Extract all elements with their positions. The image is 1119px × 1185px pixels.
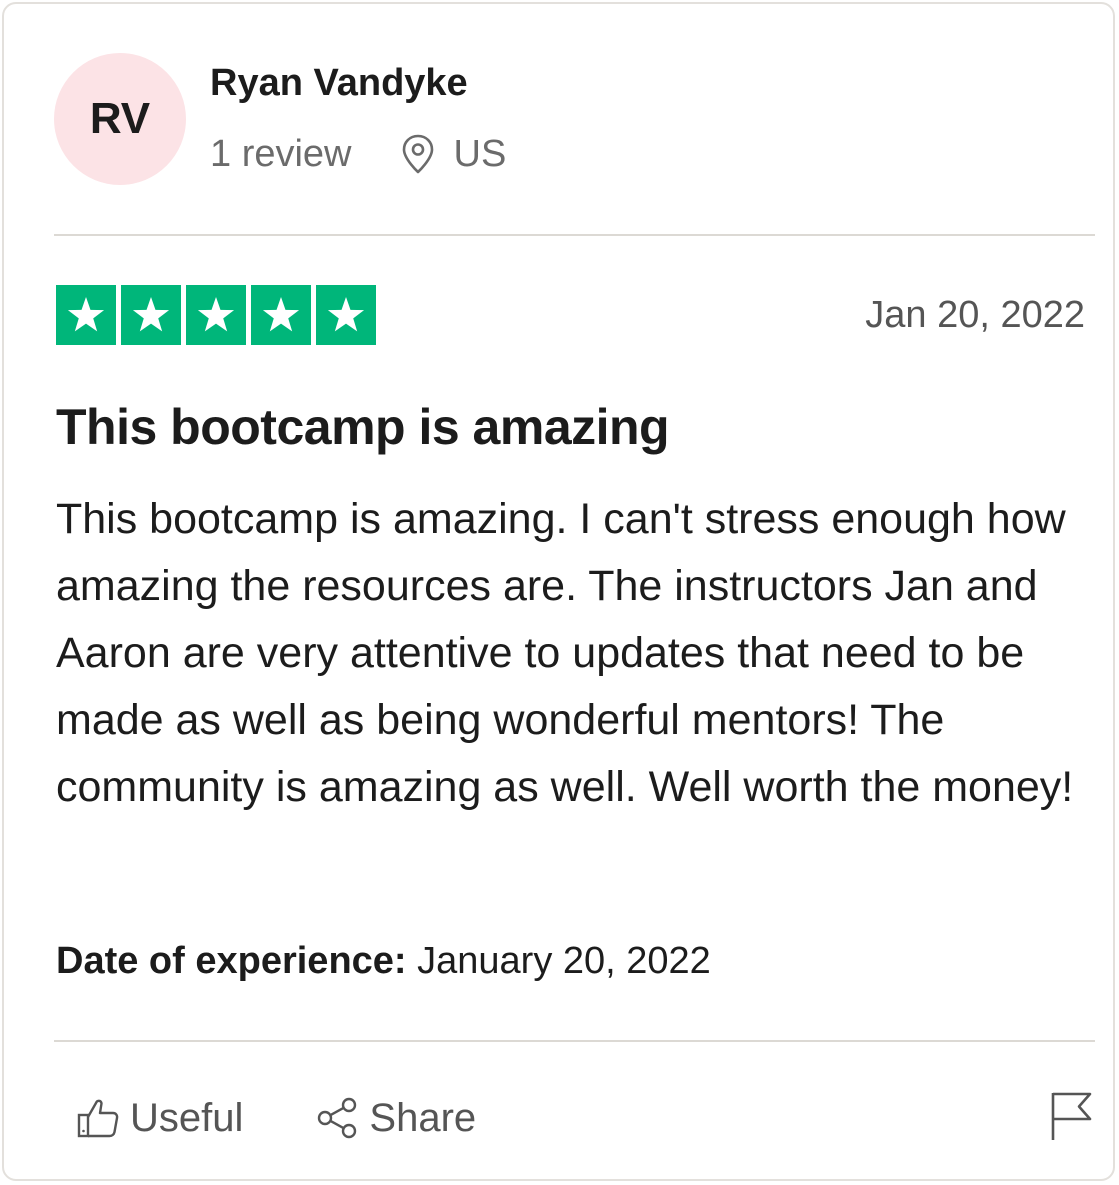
useful-label: Useful: [130, 1095, 244, 1140]
star-3: [186, 285, 246, 345]
reviewer-name[interactable]: Ryan Vandyke: [210, 62, 468, 105]
reviewer-location: US: [400, 132, 507, 176]
avatar-initials: RV: [89, 94, 151, 143]
footer-divider: [54, 1040, 1095, 1042]
review-date: Jan 20, 2022: [865, 294, 1085, 336]
header-divider: [54, 234, 1095, 236]
date-of-experience: Date of experience: January 20, 2022: [56, 940, 711, 983]
review-body: This bootcamp is amazing. I can't stress…: [56, 495, 1074, 811]
star-icon: [197, 297, 235, 332]
review-card: RV Ryan Vandyke 1 review US Jan 20, 2022…: [2, 2, 1115, 1181]
useful-button[interactable]: Useful: [76, 1096, 243, 1141]
share-icon: [318, 1097, 357, 1139]
flag-icon: [1051, 1092, 1092, 1140]
reviewer-meta: 1 review US: [210, 128, 506, 180]
star-icon: [132, 297, 170, 332]
experience-label: Date of experience:: [56, 940, 407, 982]
share-label: Share: [369, 1095, 477, 1140]
star-rating: [56, 285, 376, 345]
star-4: [251, 285, 311, 345]
thumbs-up-icon: [77, 1099, 119, 1138]
avatar[interactable]: RV: [54, 53, 186, 185]
review-title[interactable]: This bootcamp is amazing: [56, 398, 670, 456]
star-icon: [327, 297, 365, 332]
star-2: [121, 285, 181, 345]
location-pin-icon: [402, 134, 433, 174]
share-button[interactable]: Share: [315, 1096, 476, 1141]
star-5: [316, 285, 376, 345]
star-icon: [67, 297, 105, 332]
location-label: US: [453, 132, 507, 175]
review-actions: Useful Share: [76, 1090, 476, 1146]
experience-date: January 20, 2022: [417, 940, 711, 982]
review-count: 1 review: [210, 132, 352, 175]
report-button[interactable]: [1050, 1090, 1094, 1147]
star-1: [56, 285, 116, 345]
star-icon: [262, 297, 300, 332]
